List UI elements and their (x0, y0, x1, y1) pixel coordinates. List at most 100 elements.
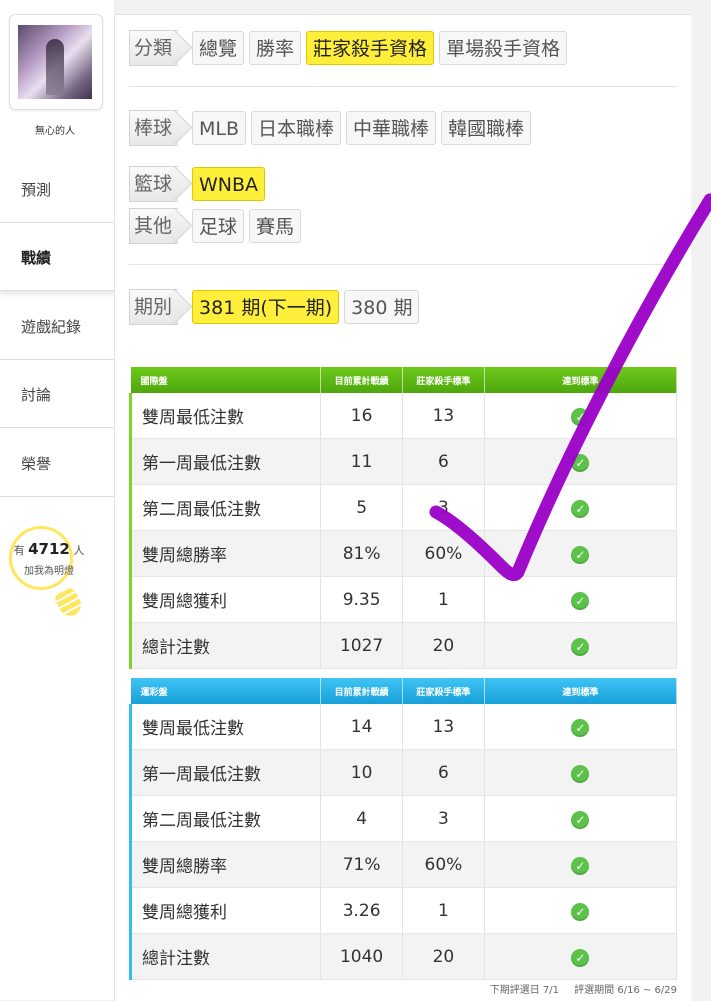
sidebar-item-predict[interactable]: 預測 (0, 157, 114, 223)
basketball-tag: 籃球 (129, 166, 179, 202)
current-value: 5 (320, 484, 404, 531)
current-value: 9.35 (320, 576, 404, 623)
standard-value: 1 (402, 576, 485, 623)
standard-value: 3 (402, 795, 485, 842)
check-circle-icon: ✓ (571, 637, 590, 656)
standard-value: 20 (402, 622, 485, 669)
current-value: 71% (320, 841, 404, 888)
check-circle-icon: ✓ (571, 856, 590, 875)
table-header-cell: 目前累計戰績 (320, 367, 404, 393)
standard-value: 6 (402, 438, 485, 485)
table-header-cell: 運彩盤 (130, 678, 322, 704)
check-circle-icon: ✓ (571, 499, 590, 518)
username: 無心的人 (35, 126, 75, 137)
sidebar-item-game-log[interactable]: 遊戲紀錄 (0, 294, 114, 360)
filter-npb[interactable]: 日本職棒 (251, 111, 342, 145)
table-row: 雙周總獲利 9.35 1 ✓ (128, 576, 678, 623)
current-value: 10 (320, 749, 404, 796)
table-row: 第二周最低注數 5 3 ✓ (128, 484, 678, 531)
current-value: 1040 (320, 933, 404, 980)
table-header: 運彩盤 目前累計戰績 莊家殺手標準 達到標準 (130, 678, 678, 704)
row-label: 雙周總勝率 (128, 530, 322, 577)
standard-value: 60% (402, 530, 485, 577)
table-row: 第一周最低注數 10 6 ✓ (128, 749, 678, 796)
standard-value: 13 (402, 393, 485, 439)
table-header-cell: 莊家殺手標準 (402, 367, 485, 393)
sports-lottery-table: 運彩盤 目前累計戰績 莊家殺手標準 達到標準 雙周最低注數 14 13 ✓ 第一… (128, 678, 678, 980)
table-row: 第一周最低注數 11 6 ✓ (128, 438, 678, 485)
table-row: 總計注數 1040 20 ✓ (128, 933, 678, 980)
lightbulb-icon (9, 526, 73, 590)
check-circle-icon: ✓ (571, 948, 590, 967)
table-row: 總計注數 1027 20 ✓ (128, 622, 678, 669)
international-table: 國際盤 目前累計戰績 莊家殺手標準 達到標準 雙周最低注數 16 13 ✓ 第一… (128, 367, 678, 669)
row-label: 雙周最低注數 (128, 704, 322, 750)
sidebar: 無心的人 預測 戰績 遊戲紀錄 討論 榮譽 有 4712 人 加我為明燈 (0, 0, 118, 1000)
lightbulb-base-icon (53, 586, 85, 620)
row-label: 第二周最低注數 (128, 484, 322, 531)
beacon-count-line: 有 4712 人 (13, 540, 85, 558)
table-row: 雙周最低注數 14 13 ✓ (128, 704, 678, 750)
beacon-caption: 加我為明燈 (24, 566, 74, 577)
avatar-frame[interactable] (9, 14, 103, 110)
next-evaluation-date: 下期評選日 7/1 (489, 985, 559, 996)
check-circle-icon: ✓ (571, 545, 590, 564)
baseball-tag: 棒球 (129, 110, 179, 146)
divider (129, 86, 677, 87)
table-header-cell: 達到標準 (484, 367, 678, 393)
evaluation-footer: 下期評選日 7/1 評選期間 6/16 ~ 6/29 (129, 981, 677, 996)
filter-period-381[interactable]: 381 期(下一期) (192, 290, 340, 324)
current-value: 1027 (320, 622, 404, 669)
row-label: 第一周最低注數 (128, 749, 322, 796)
sidebar-item-honor[interactable]: 榮譽 (0, 431, 114, 497)
row-label: 總計注數 (128, 933, 322, 980)
avatar-figure (46, 39, 64, 95)
filter-row-basketball: 籃球 WNBA (129, 166, 270, 202)
sidebar-item-record[interactable]: 戰績 (0, 225, 118, 291)
table-header-cell: 目前累計戰績 (320, 678, 404, 704)
current-value: 3.26 (320, 887, 404, 934)
other-tag: 其他 (129, 208, 179, 244)
table-header: 國際盤 目前累計戰績 莊家殺手標準 達到標準 (130, 367, 678, 393)
standard-value: 60% (402, 841, 485, 888)
standard-value: 20 (402, 933, 485, 980)
check-circle-icon: ✓ (571, 810, 590, 829)
filter-single-killer[interactable]: 單場殺手資格 (439, 31, 568, 65)
filter-wnba[interactable]: WNBA (192, 167, 266, 201)
filter-overview[interactable]: 總覽 (192, 31, 245, 65)
standard-value: 3 (402, 484, 485, 531)
category-tag: 分類 (129, 30, 179, 66)
table-row: 雙周總獲利 3.26 1 ✓ (128, 887, 678, 934)
current-value: 16 (320, 393, 404, 439)
table-row: 雙周總勝率 71% 60% ✓ (128, 841, 678, 888)
check-circle-icon: ✓ (571, 764, 590, 783)
filter-winrate[interactable]: 勝率 (249, 31, 302, 65)
sidebar-item-discussion[interactable]: 討論 (0, 362, 114, 428)
check-circle-icon: ✓ (571, 407, 590, 426)
filter-soccer[interactable]: 足球 (192, 209, 245, 243)
row-label: 第二周最低注數 (128, 795, 322, 842)
filter-kbo[interactable]: 韓國職棒 (441, 111, 532, 145)
row-label: 雙周總獲利 (128, 576, 322, 623)
avatar[interactable] (18, 25, 92, 99)
table-row: 第二周最低注數 4 3 ✓ (128, 795, 678, 842)
evaluation-period: 評選期間 6/16 ~ 6/29 (574, 985, 677, 996)
filter-bookie-killer[interactable]: 莊家殺手資格 (306, 31, 435, 65)
table-header-cell: 國際盤 (130, 367, 322, 393)
filter-mlb[interactable]: MLB (192, 111, 247, 145)
check-circle-icon: ✓ (571, 718, 590, 737)
filter-row-baseball: 棒球 MLB 日本職棒 中華職棒 韓國職棒 (129, 110, 536, 146)
row-label: 雙周最低注數 (128, 393, 322, 439)
row-label: 第一周最低注數 (128, 438, 322, 485)
row-label: 雙周總勝率 (128, 841, 322, 888)
main-panel: 分類 總覽 勝率 莊家殺手資格 單場殺手資格 棒球 MLB 日本職棒 中華職棒 … (114, 14, 691, 1001)
check-circle-icon: ✓ (571, 902, 590, 921)
standard-value: 13 (402, 704, 485, 750)
current-value: 14 (320, 704, 404, 750)
filter-period-380[interactable]: 380 期 (344, 290, 420, 324)
filter-cpbl[interactable]: 中華職棒 (346, 111, 437, 145)
check-circle-icon: ✓ (571, 453, 590, 472)
filter-horse-racing[interactable]: 賽馬 (249, 209, 302, 243)
current-value: 81% (320, 530, 404, 577)
beacon-widget[interactable]: 有 4712 人 加我為明燈 (0, 522, 114, 622)
